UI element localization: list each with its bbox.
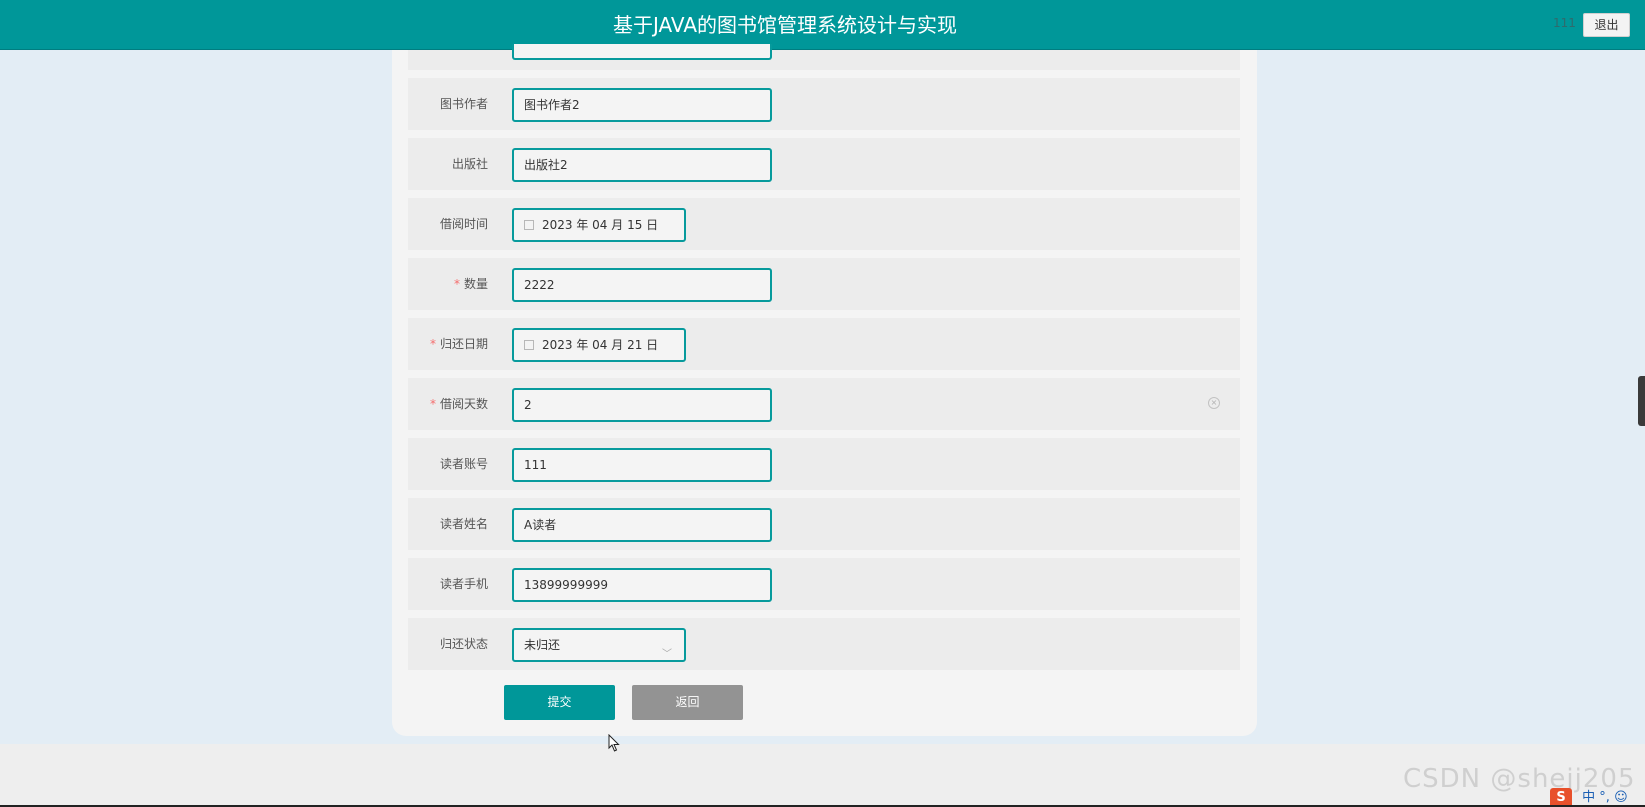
form-row: * 借阅天数 2 × [408,378,1240,430]
form-row-label: * 归还日期 [408,318,488,370]
form-row-label-text: 借阅时间 [439,217,488,231]
required-asterisk: * [453,277,460,291]
text-input-field[interactable]: 图书作者2 [512,88,772,122]
form-row-label-text: 读者手机 [439,577,488,591]
field-value: 2023 年 04 月 21 日 [542,338,659,352]
form-row-label-text: 借阅天数 [439,397,488,411]
system-tray: S 中 °, ☺ [1550,786,1628,807]
field-value: 2222 [524,278,555,292]
form-row-label: * 借阅天数 [408,378,488,430]
text-input-field[interactable]: 2222 [512,268,772,302]
page-footer-area [0,744,1645,807]
form-row-label-text: 归还日期 [439,337,488,351]
form-row: 借阅时间 2023 年 04 月 15 日 [408,198,1240,250]
field-value: A读者 [524,518,557,532]
date-picker-field[interactable]: 2023 年 04 月 21 日 [512,328,686,362]
text-input-field[interactable]: 2 [512,388,772,422]
form-row: 读者手机 13899999999 [408,558,1240,610]
form-row-label: 读者姓名 [408,498,488,550]
form-row: 出版社 出版社2 [408,138,1240,190]
form-row: 归还状态 ﹀ 未归还 [408,618,1240,670]
form-row-label: 读者账号 [408,438,488,490]
field-value: 2 [524,398,532,412]
form-row-label: 出版社 [408,138,488,190]
partial-input[interactable] [512,44,772,60]
form-row-partial [408,44,1240,70]
field-value: 图书作者2 [524,98,580,112]
required-asterisk: * [429,397,436,411]
form-row: * 归还日期 2023 年 04 月 21 日 [408,318,1240,370]
status-select[interactable]: ﹀ 未归还 [512,628,686,662]
form-row-label: 归还状态 [408,618,488,670]
calendar-icon [524,340,534,350]
form-row-label-text: 数量 [463,277,488,291]
date-picker-field[interactable]: 2023 年 04 月 15 日 [512,208,686,242]
ime-punctuation-indicator[interactable]: °, [1599,790,1610,805]
submit-button[interactable]: 提交 [504,685,615,720]
form-row-label-text: 归还状态 [439,637,488,651]
field-value: 111 [524,458,547,472]
top-header: 基于JAVA的图书馆管理系统设计与实现 111 退出 [0,0,1645,50]
text-input-field[interactable]: 13899999999 [512,568,772,602]
form-row: 读者姓名 A读者 [408,498,1240,550]
emoji-icon[interactable]: ☺ [1614,790,1628,805]
text-input-field[interactable]: 111 [512,448,772,482]
form-row-label: * 数量 [408,258,488,310]
logout-button[interactable]: 退出 [1583,13,1630,37]
current-username: 111 [1553,16,1576,30]
ime-language-indicator[interactable]: 中 [1582,790,1595,805]
form-row-label: 图书作者 [408,78,488,130]
form-row-label-text: 读者姓名 [439,517,488,531]
clear-circle-icon[interactable]: × [1208,397,1220,409]
form-row-label: 借阅时间 [408,198,488,250]
form-row-label-text: 图书作者 [439,97,488,111]
form-row-label: 读者手机 [408,558,488,610]
chevron-down-icon: ﹀ [662,649,672,660]
field-value: 2023 年 04 月 15 日 [542,218,659,232]
field-value: 未归还 [524,638,561,652]
back-button[interactable]: 返回 [632,685,743,720]
form-row: 读者账号 111 [408,438,1240,490]
required-asterisk: * [429,337,436,351]
side-drawer-handle[interactable] [1638,376,1645,426]
text-input-field[interactable]: 出版社2 [512,148,772,182]
text-input-field[interactable]: A读者 [512,508,772,542]
form-row-label-text: 读者账号 [439,457,488,471]
form-row: 图书作者 图书作者2 [408,78,1240,130]
calendar-icon [524,220,534,230]
field-value: 13899999999 [524,578,608,592]
app-title: 基于JAVA的图书馆管理系统设计与实现 [612,13,958,37]
field-value: 出版社2 [524,158,568,172]
form-row-label-text: 出版社 [451,157,488,171]
mouse-cursor-icon [608,734,620,752]
form-row: * 数量 2222 [408,258,1240,310]
